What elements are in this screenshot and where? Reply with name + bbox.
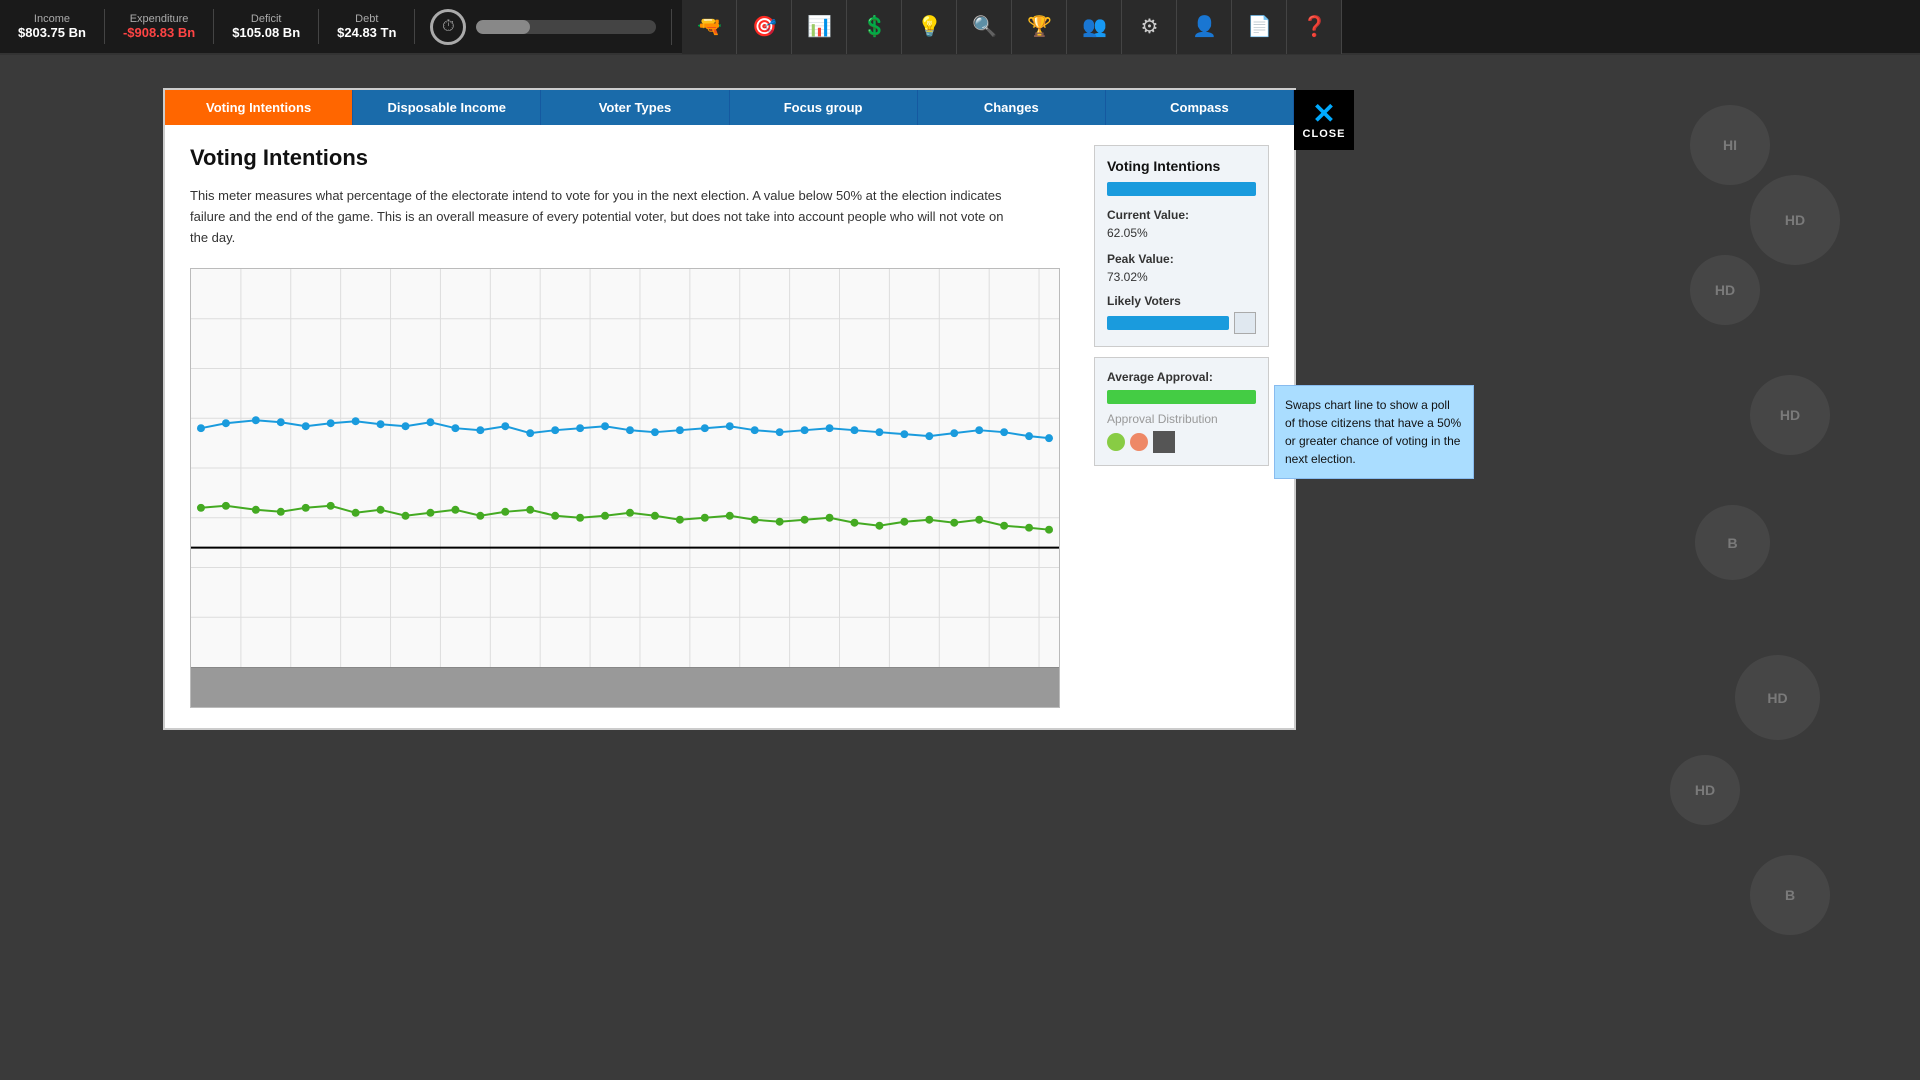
right-info-panel: Voting Intentions Current Value: 62.05% … xyxy=(1094,145,1269,708)
modal-description: This meter measures what percentage of t… xyxy=(190,186,1010,248)
likely-voters-section: Likely Voters xyxy=(1107,294,1256,334)
close-label: CLOSE xyxy=(1303,128,1346,140)
avg-approval-title: Average Approval: xyxy=(1107,370,1256,384)
question-icon-btn[interactable]: ❓ xyxy=(1287,0,1342,54)
tab-disposable-income[interactable]: Disposable Income xyxy=(353,90,541,125)
approval-dot-salmon xyxy=(1130,433,1148,451)
current-value: 62.05% xyxy=(1107,226,1148,240)
current-value-row: Current Value: 62.05% xyxy=(1107,206,1256,242)
chart-scrollbar[interactable] xyxy=(191,667,1059,707)
tab-bar: Voting Intentions Disposable Income Vote… xyxy=(165,90,1294,125)
map-circle-4: HD xyxy=(1750,375,1830,455)
voting-intentions-modal: Voting Intentions Disposable Income Vote… xyxy=(163,88,1296,730)
likely-voters-label: Likely Voters xyxy=(1107,294,1256,308)
close-x-icon: ✕ xyxy=(1312,100,1335,128)
gun-icon-btn[interactable]: 🔫 xyxy=(682,0,737,54)
tab-compass[interactable]: Compass xyxy=(1106,90,1294,125)
income-value: $803.75 Bn xyxy=(18,25,86,40)
close-button[interactable]: ✕ CLOSE xyxy=(1294,90,1354,150)
map-circle-2: HD xyxy=(1750,175,1840,265)
icon-buttons: 🔫 🎯 📊 💲 💡 🔍 🏆 👥 ⚙ 👤 📄 ❓ xyxy=(682,0,1342,54)
info-card-title: Voting Intentions xyxy=(1107,158,1256,174)
top-bar: Income $803.75 Bn Expenditure -$908.83 B… xyxy=(0,0,1920,55)
person-icon-btn[interactable]: 👤 xyxy=(1177,0,1232,54)
approval-dist-label: Approval Distribution xyxy=(1107,412,1256,426)
time-progress-fill xyxy=(476,20,530,34)
debt-value: $24.83 Tn xyxy=(337,25,396,40)
deficit-value: $105.08 Bn xyxy=(232,25,300,40)
crosshair-icon-btn[interactable]: 🎯 xyxy=(737,0,792,54)
deficit-stat: Deficit $105.08 Bn xyxy=(214,9,319,44)
map-circle-6: HD xyxy=(1735,655,1820,740)
tab-voter-types[interactable]: Voter Types xyxy=(541,90,729,125)
peak-value: 73.02% xyxy=(1107,270,1148,284)
approval-dot-green xyxy=(1107,433,1125,451)
approval-dist-row xyxy=(1107,431,1256,453)
likely-voters-bar-row xyxy=(1107,312,1256,334)
debt-label: Debt xyxy=(355,13,378,25)
modal-title: Voting Intentions xyxy=(190,145,1074,171)
dollar-icon-btn[interactable]: 💲 xyxy=(847,0,902,54)
voting-intentions-bar xyxy=(1107,182,1256,196)
people-icon-btn[interactable]: 👥 xyxy=(1067,0,1122,54)
avg-approval-card: Average Approval: Approval Distribution xyxy=(1094,357,1269,466)
tab-changes[interactable]: Changes xyxy=(918,90,1106,125)
likely-voters-bar xyxy=(1107,316,1229,330)
debt-stat: Debt $24.83 Tn xyxy=(319,9,415,44)
gear-icon-btn[interactable]: ⚙ xyxy=(1122,0,1177,54)
document-icon-btn[interactable]: 📄 xyxy=(1232,0,1287,54)
trophy-icon-btn[interactable]: 🏆 xyxy=(1012,0,1067,54)
map-circle-7: HD xyxy=(1670,755,1740,825)
peak-value-label: Peak Value: xyxy=(1107,252,1174,266)
clock-icon: ⏱ xyxy=(430,9,466,45)
voting-intentions-info-card: Voting Intentions Current Value: 62.05% … xyxy=(1094,145,1269,347)
peak-value-row: Peak Value: 73.02% xyxy=(1107,250,1256,286)
chart-svg xyxy=(191,269,1059,667)
income-label: Income xyxy=(34,13,70,25)
expenditure-value: -$908.83 Bn xyxy=(123,25,195,40)
approval-dist-section: Approval Distribution xyxy=(1107,412,1256,453)
tab-voting-intentions[interactable]: Voting Intentions xyxy=(165,90,353,125)
map-circle-5: B xyxy=(1695,505,1770,580)
lightbulb-icon-btn[interactable]: 💡 xyxy=(902,0,957,54)
search-icon-btn[interactable]: 🔍 xyxy=(957,0,1012,54)
modal-main: Voting Intentions This meter measures wh… xyxy=(190,145,1074,708)
avg-approval-bar xyxy=(1107,390,1256,404)
clock-area: ⏱ xyxy=(415,9,672,45)
chart-container xyxy=(190,268,1060,708)
income-stat: Income $803.75 Bn xyxy=(0,9,105,44)
current-value-label: Current Value: xyxy=(1107,208,1189,222)
modal-body: Voting Intentions This meter measures wh… xyxy=(165,125,1294,728)
time-progress xyxy=(476,20,656,34)
deficit-label: Deficit xyxy=(251,13,282,25)
tab-focus-group[interactable]: Focus group xyxy=(730,90,918,125)
chart-icon-btn[interactable]: 📊 xyxy=(792,0,847,54)
expenditure-stat: Expenditure -$908.83 Bn xyxy=(105,9,214,44)
approval-dist-toggle[interactable] xyxy=(1153,431,1175,453)
map-circle-3: HD xyxy=(1690,255,1760,325)
map-circle-8: B xyxy=(1750,855,1830,935)
map-circle-1: HI xyxy=(1690,105,1770,185)
expenditure-label: Expenditure xyxy=(130,13,189,25)
likely-voters-toggle[interactable] xyxy=(1234,312,1256,334)
